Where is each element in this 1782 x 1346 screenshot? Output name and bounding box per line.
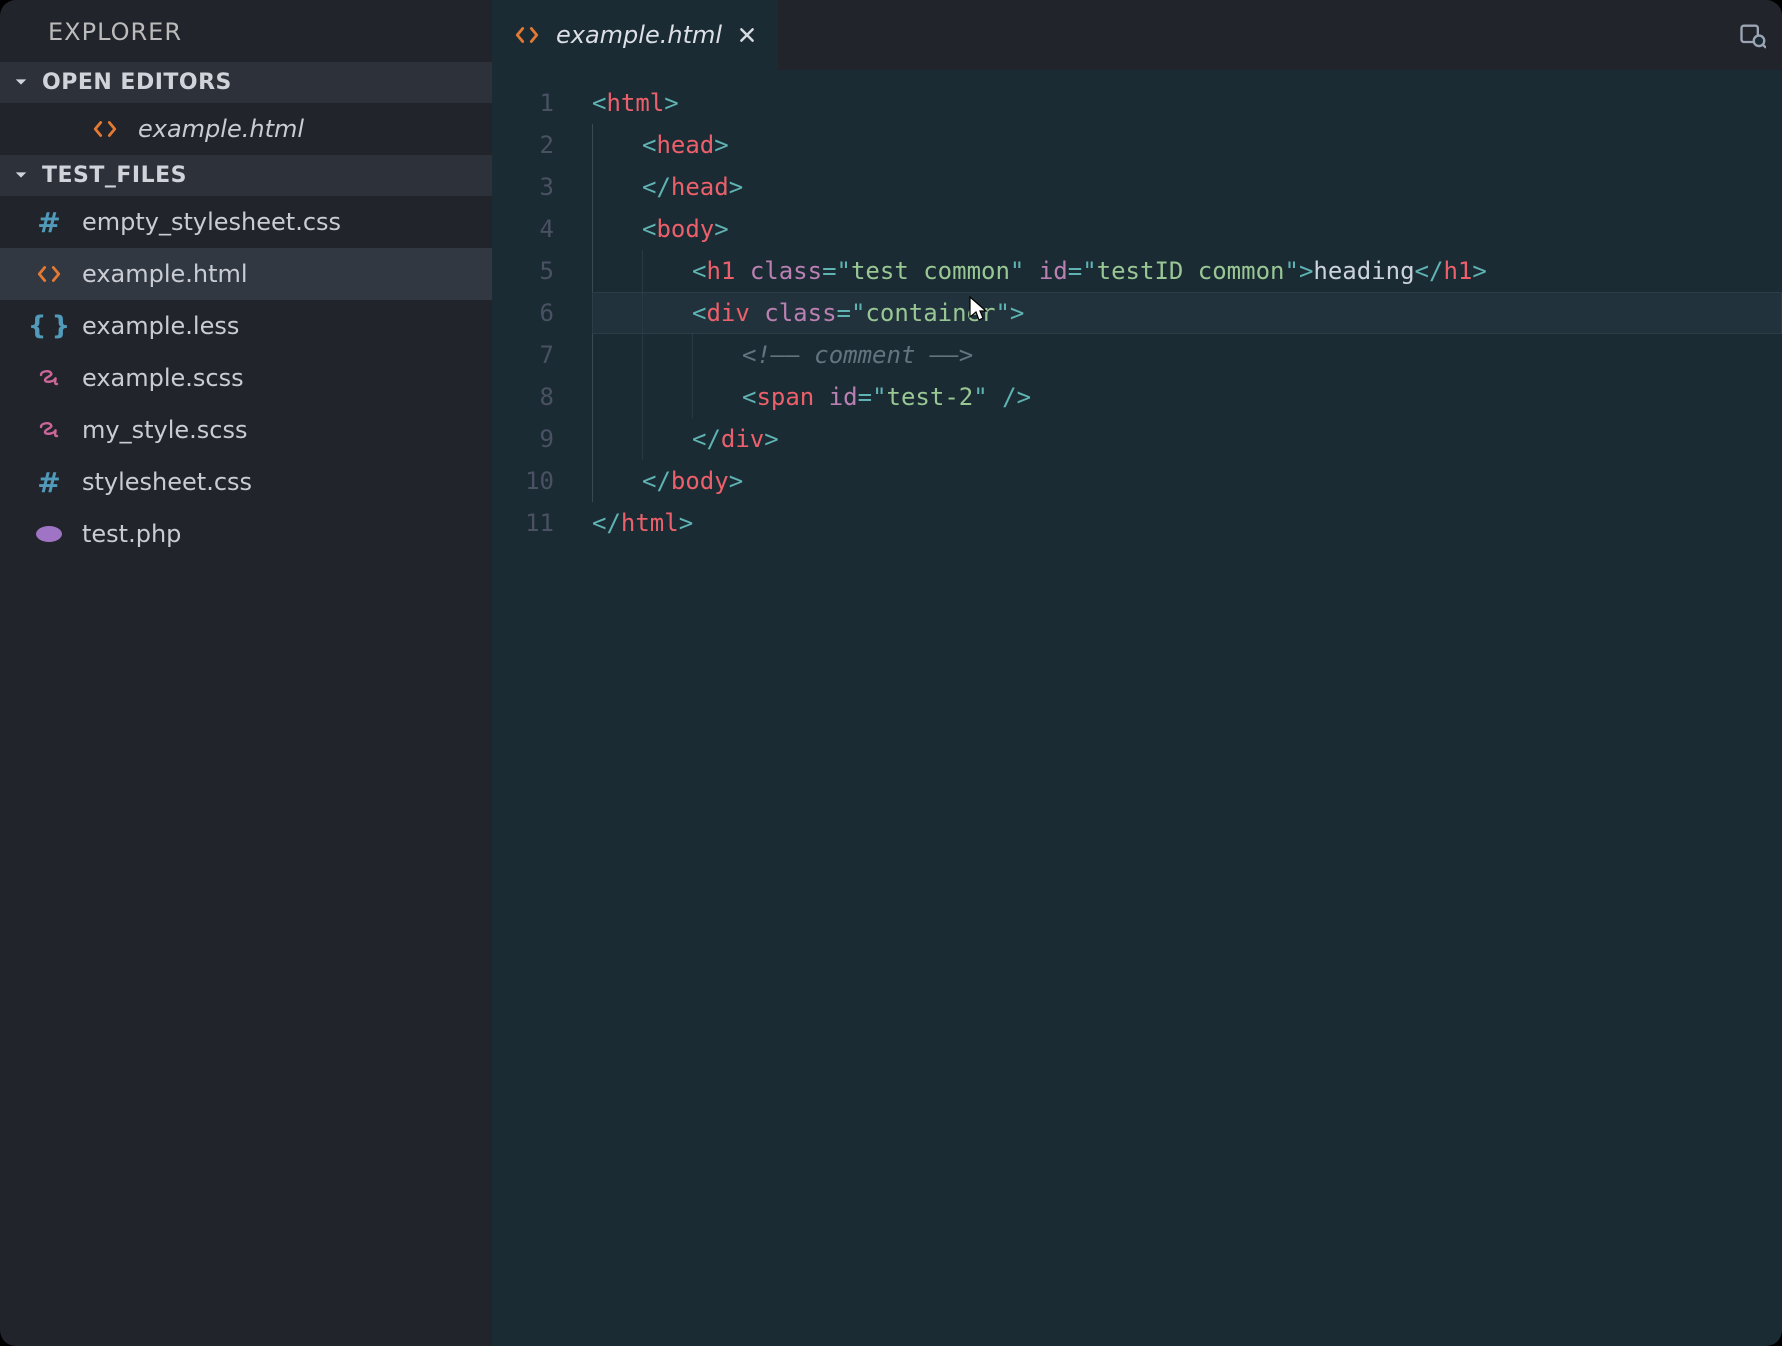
file-row[interactable]: # stylesheet.css [0, 456, 492, 508]
code-line[interactable]: </head> [592, 166, 1782, 208]
code-line[interactable]: <html> [592, 82, 1782, 124]
file-row[interactable]: my_style.scss [0, 404, 492, 456]
php-icon [34, 519, 64, 549]
open-editors-section-header[interactable]: OPEN EDITORS [0, 62, 492, 103]
sass-icon [34, 415, 64, 445]
line-number: 10 [492, 460, 554, 502]
file-label: stylesheet.css [82, 468, 252, 496]
chevron-down-icon [14, 168, 30, 184]
open-editor-item-label: example.html [138, 115, 304, 143]
open-editor-item[interactable]: example.html [0, 103, 492, 155]
line-number: 7 [492, 334, 554, 376]
folder-section-header[interactable]: TEST_FILES [0, 155, 492, 196]
html-icon [514, 22, 540, 48]
line-number: 11 [492, 502, 554, 544]
sass-icon [34, 363, 64, 393]
code-line[interactable]: <h1 class="test common" id="testID commo… [592, 250, 1782, 292]
file-label: my_style.scss [82, 416, 247, 444]
code-line[interactable]: </div> [592, 418, 1782, 460]
code-line[interactable]: </body> [592, 460, 1782, 502]
line-number-gutter: 1234567891011 [492, 70, 592, 1346]
explorer-sidebar: EXPLORER OPEN EDITORS example.html TEST_… [0, 0, 492, 1346]
code-line[interactable]: <body> [592, 208, 1782, 250]
line-number: 9 [492, 418, 554, 460]
line-number: 4 [492, 208, 554, 250]
tab-bar: example.html [492, 0, 1782, 70]
editor-tab-label: example.html [556, 21, 722, 49]
code-line[interactable]: <head> [592, 124, 1782, 166]
file-label: test.php [82, 520, 181, 548]
file-label: example.html [82, 260, 248, 288]
file-label: empty_stylesheet.css [82, 208, 341, 236]
hash-icon: # [34, 467, 64, 497]
folder-label: TEST_FILES [42, 163, 187, 188]
file-label: example.scss [82, 364, 244, 392]
file-row[interactable]: test.php [0, 508, 492, 560]
line-number: 8 [492, 376, 554, 418]
file-label: example.less [82, 312, 239, 340]
code-line[interactable]: <!—— comment ——> [592, 334, 1782, 376]
line-number: 3 [492, 166, 554, 208]
close-icon[interactable] [738, 26, 756, 44]
file-row[interactable]: example.html [0, 248, 492, 300]
html-icon [34, 259, 64, 289]
file-row[interactable]: example.scss [0, 352, 492, 404]
code-content[interactable]: <html><head></head><body><h1 class="test… [592, 70, 1782, 1346]
chevron-down-icon [14, 75, 30, 91]
editor-area: example.html 1234567891011 <html><head><… [492, 0, 1782, 1346]
line-number: 2 [492, 124, 554, 166]
html-icon [90, 114, 120, 144]
code-line[interactable]: <div class="container"> [592, 292, 1782, 334]
line-number: 5 [492, 250, 554, 292]
explorer-title: EXPLORER [0, 0, 492, 62]
editor-tab[interactable]: example.html [492, 0, 778, 70]
code-line[interactable]: <span id="test-2" /> [592, 376, 1782, 418]
line-number: 1 [492, 82, 554, 124]
preview-icon[interactable] [1722, 0, 1782, 70]
code-line[interactable]: </html> [592, 502, 1782, 544]
file-row[interactable]: { } example.less [0, 300, 492, 352]
hash-icon: # [34, 207, 64, 237]
line-number: 6 [492, 292, 554, 334]
open-editors-label: OPEN EDITORS [42, 70, 232, 95]
code-editor[interactable]: 1234567891011 <html><head></head><body><… [492, 70, 1782, 1346]
braces-icon: { } [34, 311, 64, 341]
file-row[interactable]: # empty_stylesheet.css [0, 196, 492, 248]
